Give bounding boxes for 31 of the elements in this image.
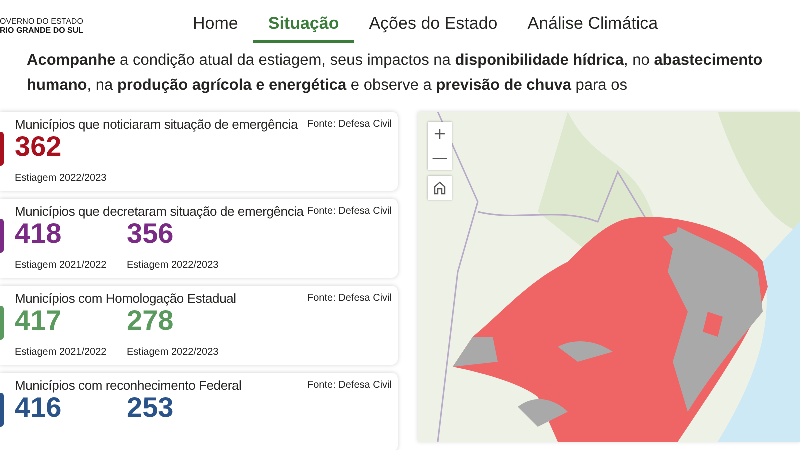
home-icon xyxy=(433,181,447,195)
source-text: Fonte: Defesa Civil xyxy=(308,293,392,304)
card-title: Municípios com reconhecimento Federal xyxy=(15,378,242,393)
source-text: Fonte: Defesa Civil xyxy=(308,380,392,391)
period-label: Estiagem 2021/2022 xyxy=(15,259,107,272)
stat-number: 278 xyxy=(127,306,174,336)
stat-number: 362 xyxy=(15,132,62,162)
home-button[interactable] xyxy=(428,176,452,200)
logo-text: RIO GRANDE DO SUL xyxy=(0,26,85,35)
logo-text: OVERNO DO ESTADO xyxy=(0,17,84,26)
zoom-out-button[interactable]: — xyxy=(428,146,452,170)
nav-tab[interactable]: Home xyxy=(178,12,254,43)
nav-tab[interactable]: Análise Climática xyxy=(512,12,674,43)
card-title: Municípios com Homologação Estadual xyxy=(15,291,236,306)
source-text: Fonte: Defesa Civil xyxy=(308,206,392,217)
period-label: Estiagem 2022/2023 xyxy=(15,172,107,185)
intro-text: Acompanhe a condição atual da estiagem, seus impactos na disponibilidade hídrica, no abastecimento humano, na produção agrícola e energética e observe a previsão de chuva para os xyxy=(27,51,764,96)
source-text: Fonte: Defesa Civil xyxy=(308,119,392,130)
card-title: Municípios que decretaram situação de emergência xyxy=(15,204,304,219)
stat-number: 418 xyxy=(15,219,62,249)
stat-number: 417 xyxy=(15,306,62,336)
nav-tab[interactable]: Situação xyxy=(253,12,354,43)
stat-number: 253 xyxy=(127,393,175,423)
nav-tab[interactable]: Ações do Estado xyxy=(354,12,513,43)
stat-number: 416 xyxy=(15,393,62,423)
stat-number: 356 xyxy=(127,219,174,249)
period-label: Estiagem 2021/2022 xyxy=(15,346,107,359)
period-label: Estiagem 2022/2023 xyxy=(127,346,219,359)
period-label: Estiagem 2022/2023 xyxy=(127,259,219,272)
card-title: Municípios que noticiaram situação de emergência xyxy=(15,117,298,132)
zoom-in-button[interactable]: + xyxy=(428,122,452,146)
